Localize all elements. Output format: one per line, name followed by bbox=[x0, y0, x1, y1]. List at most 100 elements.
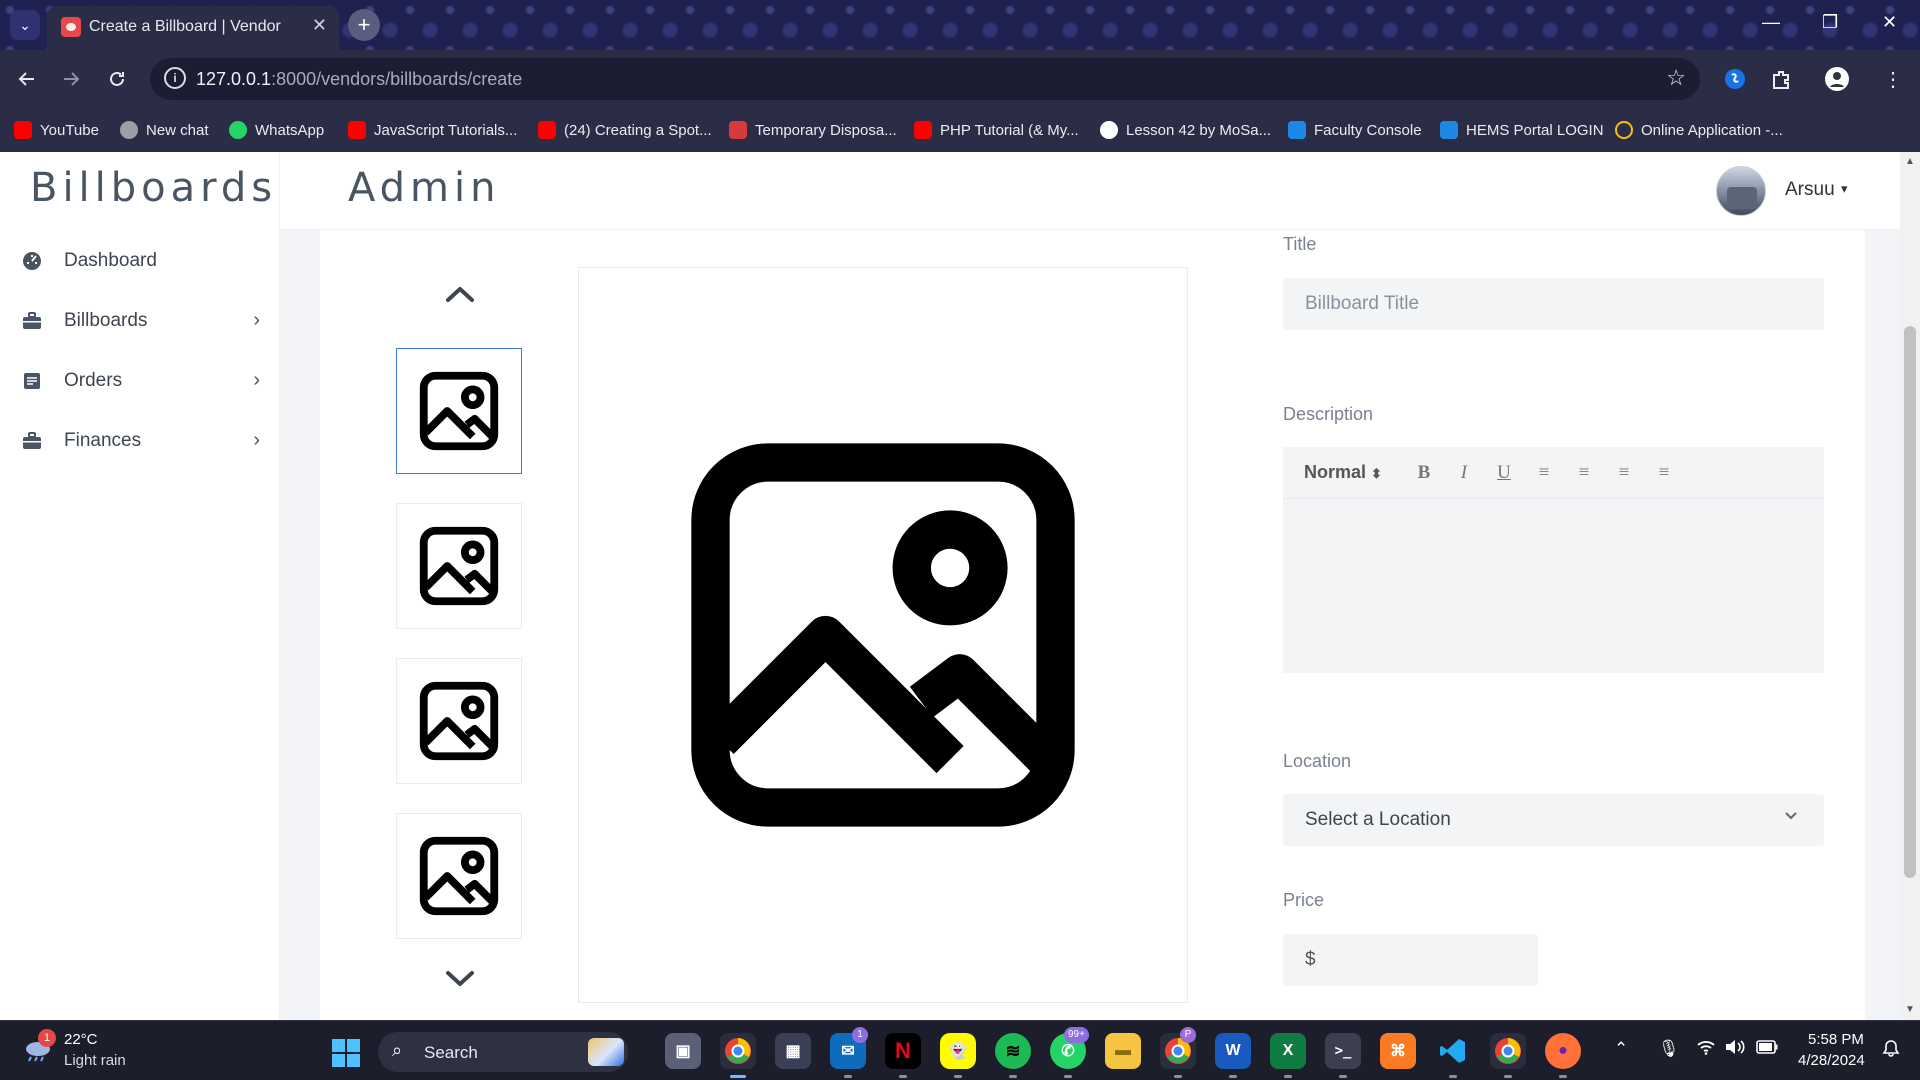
bookmark-youtube[interactable]: YouTube bbox=[14, 116, 99, 144]
chrome-second-running-indicator bbox=[1504, 1075, 1512, 1078]
notification-bell-icon[interactable] bbox=[1882, 1039, 1900, 1062]
sidebar-item-billboards[interactable]: Billboards › bbox=[22, 301, 262, 341]
price-label: Price bbox=[1283, 890, 1325, 910]
bookmark-creating-spot[interactable]: (24) Creating a Spot... bbox=[538, 116, 712, 144]
word-icon[interactable]: W bbox=[1215, 1033, 1251, 1069]
microsoft-store-icon[interactable]: ▦ bbox=[775, 1033, 811, 1069]
wifi-icon[interactable] bbox=[1696, 1039, 1716, 1060]
spotify-running-indicator bbox=[1009, 1075, 1017, 1078]
location-select[interactable]: Select a Location bbox=[1283, 794, 1824, 846]
format-select[interactable]: Normal ⬍ bbox=[1304, 462, 1382, 483]
reload-icon[interactable] bbox=[102, 64, 132, 94]
app-viewport: Billboards Dashboard Billboards › Orders… bbox=[0, 152, 1920, 1020]
volume-icon[interactable] bbox=[1724, 1039, 1746, 1060]
page-title: Admin bbox=[348, 165, 501, 211]
align-left-icon[interactable]: ≡ bbox=[1524, 462, 1564, 484]
bookmark-new-chat[interactable]: New chat bbox=[120, 116, 209, 144]
main-image-preview[interactable] bbox=[578, 267, 1188, 1003]
sidebar-item-label: Dashboard bbox=[64, 250, 157, 271]
thumbnail-1[interactable] bbox=[396, 348, 522, 474]
browser-menu-icon[interactable]: ⋮ bbox=[1878, 64, 1908, 94]
extensions-puzzle-icon[interactable] bbox=[1766, 64, 1796, 94]
image-placeholder-icon bbox=[691, 443, 1075, 827]
f-icon bbox=[1288, 121, 1306, 139]
caret-down-icon[interactable]: ▾ bbox=[1841, 181, 1848, 197]
snapchat-icon[interactable]: 👻 bbox=[940, 1033, 976, 1069]
microphone-icon[interactable]: 🎙 bbox=[1658, 1039, 1680, 1059]
battery-icon[interactable] bbox=[1756, 1039, 1778, 1059]
vscode-icon[interactable] bbox=[1435, 1033, 1471, 1069]
spotify-icon[interactable]: ≋ bbox=[995, 1033, 1031, 1069]
tray-overflow-chevron-icon[interactable]: ⌃ bbox=[1614, 1039, 1628, 1059]
chrome-active-indicator bbox=[730, 1075, 746, 1078]
taskbar-search[interactable]: ⌕ Search bbox=[378, 1032, 628, 1072]
terminal-icon[interactable]: >_ bbox=[1325, 1033, 1361, 1069]
task-view-icon[interactable]: ▣ bbox=[665, 1033, 701, 1069]
scroll-down-arrow-icon[interactable]: ▼ bbox=[1905, 1004, 1915, 1015]
window-minimize-button[interactable]: — bbox=[1762, 12, 1780, 33]
bookmark-online-application[interactable]: Online Application -... bbox=[1615, 116, 1783, 144]
back-icon[interactable] bbox=[12, 64, 42, 94]
thumbnail-4[interactable] bbox=[396, 813, 522, 939]
price-input[interactable]: $ bbox=[1283, 934, 1538, 986]
window-close-button[interactable]: ✕ bbox=[1882, 12, 1897, 33]
align-center-icon[interactable]: ≡ bbox=[1564, 462, 1604, 484]
bookmark-hems-portal[interactable]: HEMS Portal LOGIN bbox=[1440, 116, 1604, 144]
title-input[interactable]: Billboard Title bbox=[1283, 278, 1824, 330]
thumbnails-up-button[interactable] bbox=[438, 279, 482, 309]
bold-button[interactable]: B bbox=[1404, 462, 1444, 484]
location-select-value: Select a Location bbox=[1305, 809, 1451, 830]
thumbnails-down-button[interactable] bbox=[438, 964, 482, 994]
window-restore-button[interactable]: ❐ bbox=[1822, 12, 1838, 33]
weather-description: Light rain bbox=[64, 1052, 126, 1069]
align-justify-icon[interactable]: ≡ bbox=[1644, 462, 1684, 484]
italic-button[interactable]: I bbox=[1444, 462, 1484, 484]
whatsapp-icon bbox=[229, 121, 247, 139]
align-right-icon[interactable]: ≡ bbox=[1604, 462, 1644, 484]
profile-avatar-icon[interactable] bbox=[1822, 64, 1852, 94]
youtube-icon bbox=[538, 121, 556, 139]
page-scrollbar[interactable]: ▲ ▼ bbox=[1900, 152, 1920, 1020]
windows-start-icon[interactable] bbox=[332, 1039, 360, 1067]
scroll-up-arrow-icon[interactable]: ▲ bbox=[1905, 156, 1915, 167]
firefox-icon[interactable]: ● bbox=[1545, 1033, 1581, 1069]
bookmark-lesson-42[interactable]: Lesson 42 by MoSa... bbox=[1100, 116, 1271, 144]
file-explorer-icon[interactable]: ▬ bbox=[1105, 1033, 1141, 1069]
sidebar-item-finances[interactable]: Finances › bbox=[22, 421, 262, 461]
whatsapp-running-indicator bbox=[1064, 1075, 1072, 1078]
chrome-taskbar-icon[interactable] bbox=[720, 1033, 756, 1069]
clock-date[interactable]: 4/28/2024 bbox=[1798, 1052, 1865, 1069]
shazam-extension-icon[interactable] bbox=[1720, 64, 1750, 94]
user-menu-name[interactable]: Arsuu bbox=[1785, 179, 1835, 201]
clock-time[interactable]: 5:58 PM bbox=[1808, 1031, 1864, 1048]
tab-close-icon[interactable]: ✕ bbox=[312, 15, 327, 36]
new-tab-button[interactable]: + bbox=[348, 9, 380, 41]
bookmark-star-icon[interactable]: ☆ bbox=[1666, 65, 1686, 91]
globe-icon bbox=[1615, 121, 1633, 139]
bookmark-temporary-disposable[interactable]: Temporary Disposa... bbox=[729, 116, 897, 144]
bookmark-php-tutorial[interactable]: PHP Tutorial (& My... bbox=[914, 116, 1079, 144]
bookmark-whatsapp[interactable]: WhatsApp bbox=[229, 116, 324, 144]
tab-search-button[interactable]: ⌄ bbox=[10, 10, 40, 40]
bookmark-faculty-console[interactable]: Faculty Console bbox=[1288, 116, 1422, 144]
thumbnail-3[interactable] bbox=[396, 658, 522, 784]
description-label: Description bbox=[1283, 404, 1374, 424]
sidebar-item-dashboard[interactable]: Dashboard bbox=[22, 241, 262, 281]
netflix-icon[interactable]: N bbox=[885, 1033, 921, 1069]
avatar[interactable] bbox=[1716, 166, 1766, 216]
thumbnail-2[interactable] bbox=[396, 503, 522, 629]
browser-tab-active[interactable]: Create a Billboard | Vendor ✕ bbox=[47, 6, 339, 50]
underline-button[interactable]: U bbox=[1484, 462, 1524, 484]
excel-icon[interactable]: X bbox=[1270, 1033, 1306, 1069]
forward-icon[interactable] bbox=[56, 64, 86, 94]
chrome-profile-badge: P bbox=[1180, 1027, 1196, 1043]
chrome-second-taskbar-icon[interactable] bbox=[1490, 1033, 1526, 1069]
bookmark-javascript-tutorials[interactable]: JavaScript Tutorials... bbox=[348, 116, 517, 144]
sidebar-item-orders[interactable]: Orders › bbox=[22, 361, 262, 401]
scrollbar-thumb[interactable] bbox=[1904, 326, 1916, 878]
description-editor[interactable] bbox=[1283, 499, 1824, 673]
address-bar[interactable]: i 127.0.0.1:8000/vendors/billboards/crea… bbox=[150, 58, 1700, 100]
xampp-icon[interactable]: ⌘ bbox=[1380, 1033, 1416, 1069]
title-placeholder: Billboard Title bbox=[1305, 293, 1420, 314]
site-info-icon[interactable]: i bbox=[164, 67, 186, 89]
